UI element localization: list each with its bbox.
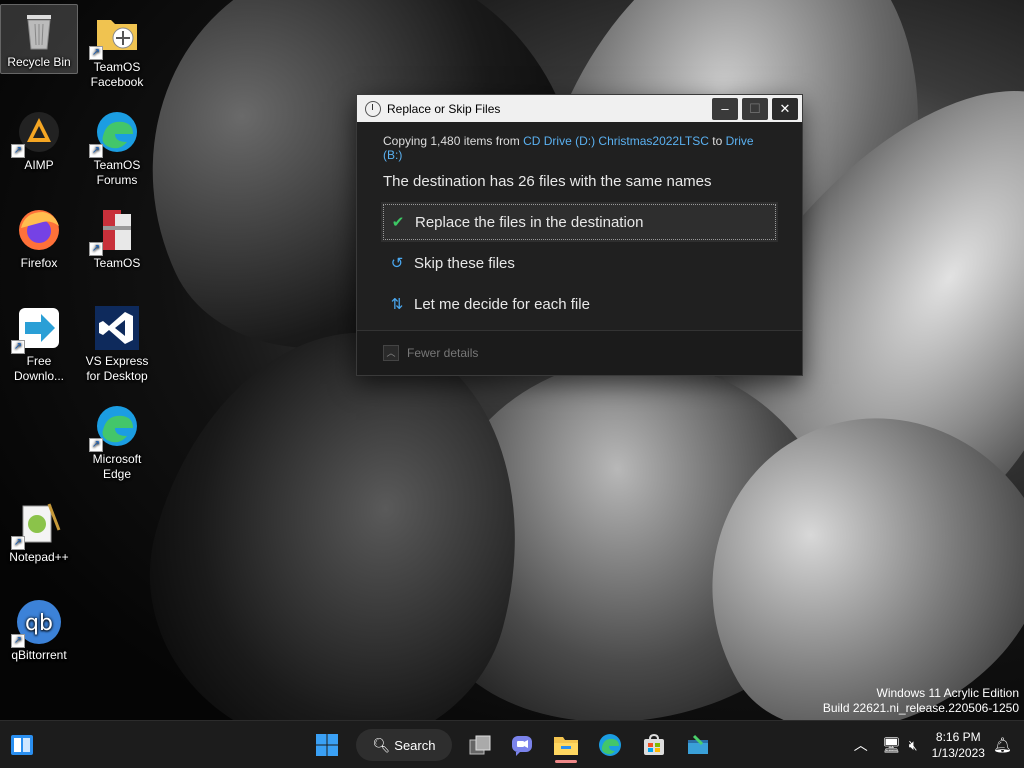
desktop-icon-label: VS Express for Desktop xyxy=(85,354,149,383)
desktop-icon-label: AIMP xyxy=(24,158,54,172)
dialog-footer: ︿ Fewer details xyxy=(357,330,802,375)
close-button[interactable]: ✕ xyxy=(772,97,798,120)
desktop-icon-label: Free Downlo... xyxy=(13,354,65,383)
skip-arrow-icon: ↺ xyxy=(390,255,404,272)
windows-watermark: Windows 11 Acrylic Edition Build 22621.n… xyxy=(823,686,1019,716)
desktop-icon-firefox[interactable]: Firefox xyxy=(0,206,78,271)
fewer-details-link[interactable]: Fewer details xyxy=(407,346,478,360)
start-button[interactable] xyxy=(311,729,343,761)
chat-button[interactable] xyxy=(506,729,538,761)
option-label: Let me decide for each file xyxy=(414,295,590,313)
download-manager-icon: ↗ xyxy=(11,304,63,354)
shortcut-arrow-icon: ↗ xyxy=(11,634,25,648)
volume-muted-icon[interactable]: 🔇︎ xyxy=(909,737,918,754)
desktop-icon-qbittorrent[interactable]: qb ↗ qBittorrent xyxy=(0,598,78,663)
dialog-titlebar[interactable]: Replace or Skip Files – ☐ ✕ xyxy=(357,95,802,122)
notification-icon[interactable]: 🔔︎ xyxy=(993,736,1012,754)
shortcut-arrow-icon: ↗ xyxy=(89,438,103,452)
decide-each-file-option[interactable]: ⇅ Let me decide for each file xyxy=(383,286,776,322)
clock[interactable]: 8:16 PM 1/13/2023 xyxy=(932,729,985,761)
search-icon: 🔍︎ xyxy=(372,736,391,753)
store-button[interactable] xyxy=(638,729,670,761)
shortcut-arrow-icon: ↗ xyxy=(89,144,103,158)
search-label: Search xyxy=(394,737,436,753)
conflict-heading: The destination has 26 files with the sa… xyxy=(383,173,712,190)
system-tray: ︿ 🖥︎ 🔇︎ 8:16 PM 1/13/2023 🔔︎ xyxy=(854,721,1024,768)
desktop-icon-recycle-bin[interactable]: Recycle Bin xyxy=(0,4,78,74)
active-app-indicator xyxy=(555,760,577,763)
shortcut-arrow-icon: ↗ xyxy=(11,536,25,550)
clock-time: 8:16 PM xyxy=(935,730,981,744)
app-taskbar-button[interactable] xyxy=(682,729,714,761)
check-icon: ✔ xyxy=(391,214,405,231)
desktop-icon-teamos-forums[interactable]: ↗ TeamOS Forums xyxy=(78,108,156,188)
shortcut-arrow-icon: ↗ xyxy=(89,242,103,256)
shortcut-arrow-icon: ↗ xyxy=(11,144,25,158)
firefox-icon xyxy=(15,206,63,254)
compare-icon: ⇅ xyxy=(390,296,404,313)
store-icon xyxy=(644,733,664,755)
option-label: Replace the files in the destination xyxy=(415,213,644,231)
desktop-icon-label: TeamOS xyxy=(93,256,141,270)
shortcut-arrow-icon: ↗ xyxy=(11,340,25,354)
option-label: Skip these files xyxy=(414,254,515,272)
copy-prefix: Copying 1,480 items from xyxy=(383,134,520,148)
svg-text:qb: qb xyxy=(25,611,53,636)
replace-files-option[interactable]: ✔ Replace the files in the destination xyxy=(381,202,778,242)
minimize-button[interactable]: – xyxy=(712,97,738,120)
edge-icon xyxy=(599,734,621,756)
qbittorrent-icon: qb ↗ xyxy=(11,598,63,648)
dialog-title: Replace or Skip Files xyxy=(387,101,501,116)
desktop-icon-notepad-plus-plus[interactable]: ↗ Notepad++ xyxy=(0,500,78,565)
winrar-icon: ↗ xyxy=(89,206,141,256)
desktop-icon-vs-express[interactable]: VS Express for Desktop xyxy=(78,304,156,384)
edge-icon: ↗ xyxy=(89,402,141,452)
skip-files-option[interactable]: ↺ Skip these files xyxy=(383,245,776,281)
visual-studio-icon xyxy=(93,304,141,352)
desktop-icon-label: TeamOS Facebook xyxy=(90,60,144,89)
teams-chat-icon xyxy=(512,736,532,756)
widgets-button[interactable] xyxy=(8,729,36,761)
folder-icon: ↗ xyxy=(89,10,141,60)
task-view-button[interactable] xyxy=(464,729,496,761)
desktop-icon-label: Firefox xyxy=(20,256,58,270)
edge-icon: ↗ xyxy=(89,108,141,158)
desktop-icon-aimp[interactable]: ↗ AIMP xyxy=(0,108,78,173)
desktop-icon-microsoft-edge[interactable]: ↗ Microsoft Edge xyxy=(78,402,156,482)
desktop-icon-label: Recycle Bin xyxy=(7,55,71,69)
notepad-plus-plus-icon: ↗ xyxy=(11,500,63,550)
recycle-bin-icon xyxy=(15,5,63,53)
replace-or-skip-dialog: Replace or Skip Files – ☐ ✕ Copying 1,48… xyxy=(356,94,803,376)
desktop-icon-label: Notepad++ xyxy=(9,550,69,564)
file-explorer-icon xyxy=(554,737,578,755)
aimp-icon: ↗ xyxy=(11,108,63,158)
windows-logo-icon xyxy=(316,734,338,756)
copy-status-line: Copying 1,480 items from CD Drive (D:) C… xyxy=(383,134,776,162)
shortcut-arrow-icon: ↗ xyxy=(89,46,103,60)
desktop-icon-teamos-facebook[interactable]: ↗ TeamOS Facebook xyxy=(78,10,156,90)
chevron-up-icon[interactable]: ︿ xyxy=(854,735,868,755)
edge-taskbar-button[interactable] xyxy=(594,729,626,761)
widgets-icon xyxy=(11,735,33,755)
network-icon[interactable]: 🖥︎ xyxy=(882,736,901,754)
clock-icon xyxy=(365,100,381,117)
maximize-button[interactable]: ☐ xyxy=(742,97,768,120)
app-window-icon xyxy=(688,734,708,754)
chevron-up-icon[interactable]: ︿ xyxy=(383,345,399,361)
file-explorer-button[interactable] xyxy=(550,729,582,763)
desktop-icon-label: qBittorrent xyxy=(11,648,67,662)
task-view-icon xyxy=(469,735,491,755)
source-link[interactable]: CD Drive (D:) Christmas2022LTSC xyxy=(523,134,709,148)
watermark-build: Build 22621.ni_release.220506-1250 xyxy=(822,701,1019,715)
copy-to-text: to xyxy=(712,134,723,148)
taskbar: 🔍︎ Search ︿ 🖥︎ 🔇︎ 8:16 PM 1/13/2023 🔔︎ xyxy=(0,720,1024,768)
desktop-icon-free-download-manager[interactable]: ↗ Free Downlo... xyxy=(0,304,78,384)
watermark-edition: Windows 11 Acrylic Edition xyxy=(876,686,1020,700)
desktop-icon-label: Microsoft Edge xyxy=(92,452,142,481)
taskbar-search[interactable]: 🔍︎ Search xyxy=(356,729,452,761)
desktop-icon-label: TeamOS Forums xyxy=(93,158,141,187)
desktop-icon-teamos[interactable]: ↗ TeamOS xyxy=(78,206,156,271)
clock-date: 1/13/2023 xyxy=(931,746,985,760)
